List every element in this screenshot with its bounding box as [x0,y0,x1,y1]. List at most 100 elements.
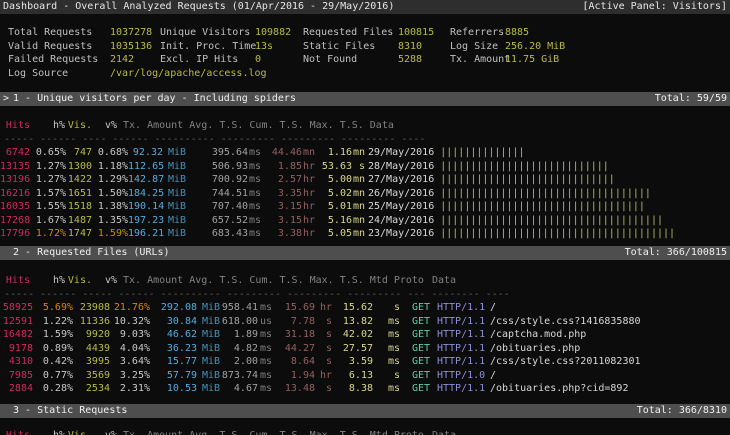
data-cell: 23/May/2016|||||||||||||||||||||||||||||… [365,227,675,241]
visitors-pct-cell: 3.25% [110,369,150,383]
requested-files-table-row[interactable]: 125911.22%1133610.32%30.84MiB618.00us7.7… [0,315,730,329]
hits-bar: ||||||||||||||||||||||||||||||||||||| [440,215,663,226]
visitors-table-row[interactable]: 160351.55%15181.38%190.14MiB707.40ms3.15… [0,200,730,214]
protocol-cell: HTTP/1.1 [430,315,485,329]
panel1-header[interactable]: >1 - Unique visitors per day - Including… [0,92,730,106]
summary-value: 8885 [505,26,529,40]
url-cell: / [485,369,496,383]
panel1-column-headers: Hitsh%Vis.v%Tx. AmountAvg. T.S.Cum. T.S.… [0,119,730,133]
visitors-pct-cell: 1.38% [92,200,128,214]
visitors-table-row[interactable]: 177961.72%17471.59%196.21MiB683.43ms3.38… [0,227,730,241]
max-ts-unit: mn [352,227,365,241]
panel2-header[interactable]: 2 - Requested Files (URLs) Total: 366/10… [0,246,730,260]
visitors-cell: 23908 [73,301,110,315]
cum-ts-cell: 1.85 [261,160,302,174]
avg-ts-unit: ms [258,342,272,356]
cum-ts-cell: 13.48 [272,382,315,396]
hits-cell: 4310 [0,355,33,369]
col-mtd: Mtd [370,275,388,286]
protocol-cell: HTTP/1.1 [430,301,485,315]
cum-ts-cell: 1.94 [272,369,315,383]
url-cell: / [485,301,496,315]
panel2-separator: ----- ------ ----- ------ ---------- ---… [0,288,730,302]
cum-ts-unit: hr [302,214,315,228]
avg-ts-cell: 4.67 [218,382,258,396]
hits-cell: 6742 [0,146,30,160]
method-cell: GET [400,382,430,396]
visitors-cell: 1300 [66,160,92,174]
avg-ts-cell: 700.92 [184,173,248,187]
requested-files-table-row[interactable]: 79850.77%35693.25%57.79MiB873.74ms1.94hr… [0,369,730,383]
requested-files-table-row[interactable]: 43100.42%39953.64%15.77MiB2.00ms8.64s3.5… [0,355,730,369]
avg-ts-cell: 4.82 [218,342,258,356]
hits-bar: ||||||||||||||||||||||||||||| [440,174,615,185]
tx-amount-cell: 197.23 [128,214,163,228]
summary-label: Excl. IP Hits [160,53,255,67]
col-tx: Tx. Amount [123,120,183,131]
tx-amount-cell: 292.08 [150,301,197,315]
hits-pct-cell: 5.69% [33,301,73,315]
max-ts-unit: ms [373,342,400,356]
max-ts-unit: s [373,369,400,383]
cum-ts-unit: hr [315,369,332,383]
summary-value: 2142 [110,53,160,67]
active-panel-indicator: [Active Panel: Visitors] [583,0,728,14]
visitors-cell: 1487 [66,214,92,228]
title-bar: Dashboard - Overall Analyzed Requests (0… [0,0,730,14]
summary-value: 11.75 GiB [505,53,559,67]
hits-cell: 2884 [0,382,33,396]
max-ts-cell: 8.38 [332,382,373,396]
visitors-cell: 1422 [66,173,92,187]
hits-pct-cell: 1.72% [30,227,66,241]
visitors-table-row[interactable]: 131351.27%13001.18%112.65MiB506.93ms1.85… [0,160,730,174]
tx-amount-cell: 36.23 [150,342,197,356]
tx-amount-cell: 15.77 [150,355,197,369]
panel2-title: 2 - Requested Files (URLs) [13,247,170,258]
max-ts-unit: ms [373,328,400,342]
hits-cell: 17796 [0,227,30,241]
protocol-cell: HTTP/1.1 [430,382,485,396]
avg-ts-unit: ms [258,369,272,383]
method-cell: GET [400,355,430,369]
visitors-pct-cell: 3.64% [110,355,150,369]
requested-files-table-row[interactable]: 28840.28%25342.31%10.53MiB4.67ms13.48s8.… [0,382,730,396]
date-value: 25/May/2016 [368,201,434,212]
hits-pct-cell: 0.65% [30,146,66,160]
cum-ts-cell: 31.18 [272,328,315,342]
col-avg-ts: Avg. T.S. [189,275,243,286]
summary-label: Tx. Amount [450,53,505,67]
visitors-table-row[interactable]: 67420.65%7470.68%92.32MiB395.64ms44.46mn… [0,146,730,160]
cum-ts-unit: s [315,382,332,396]
tx-unit: MiB [197,342,218,356]
max-ts-cell: 13.82 [332,315,373,329]
requested-files-table-row[interactable]: 164821.59%99209.03%46.62MiB1.89ms31.18s4… [0,328,730,342]
col-vpct: v% [92,274,117,288]
col-vis: Vis. [65,429,92,435]
hits-pct-cell: 1.55% [30,200,66,214]
requested-files-table-row[interactable]: 589255.69%2390821.76%292.08MiB958.41ms15… [0,301,730,315]
cum-ts-unit: s [315,342,332,356]
hits-pct-cell: 1.22% [33,315,73,329]
col-cum-ts: Cum. T.S. [249,120,303,131]
visitors-cell: 3995 [73,355,110,369]
tx-unit: MiB [163,187,184,201]
visitors-table-row[interactable]: 131961.27%14221.29%142.87MiB700.92ms2.57… [0,173,730,187]
visitors-pct-cell: 0.68% [92,146,128,160]
summary-value: 8310 [398,40,450,54]
hits-cell: 16216 [0,187,30,201]
col-hpct: h% [30,429,65,435]
col-data: Data [432,430,456,435]
visitors-cell: 3569 [73,369,110,383]
panel3-header[interactable]: 3 - Static Requests Total: 366/8310 [0,404,730,418]
col-tx: Tx. Amount [123,430,183,435]
visitors-table-row[interactable]: 162161.57%16511.50%184.25MiB744.51ms3.35… [0,187,730,201]
cum-ts-unit: hr [302,173,315,187]
visitors-table-row[interactable]: 172681.67%14871.35%197.23MiB657.52ms3.15… [0,214,730,228]
url-cell: /captcha.mod.php [485,328,586,342]
col-hits: Hits [0,119,30,133]
requested-files-table-row[interactable]: 91780.89%44394.04%36.23MiB4.82ms44.27s27… [0,342,730,356]
summary-label: Requested Files [303,26,398,40]
summary-label: Unique Visitors [160,26,255,40]
tx-unit: MiB [163,227,184,241]
tx-unit: MiB [163,160,184,174]
